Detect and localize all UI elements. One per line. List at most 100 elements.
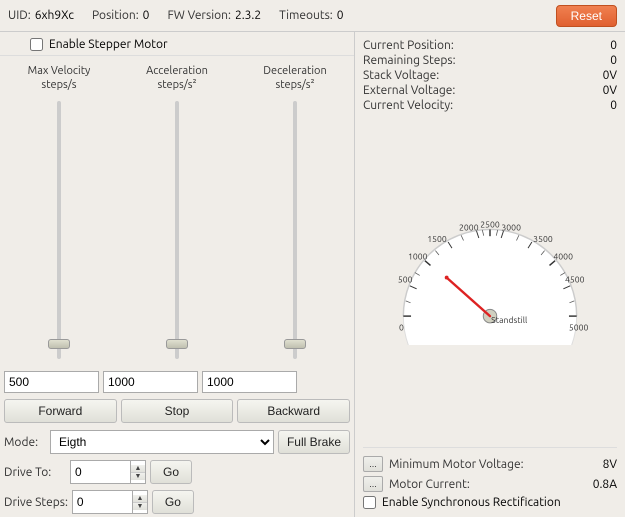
- slider-input-row: [0, 371, 354, 397]
- forward-button[interactable]: Forward: [4, 399, 117, 423]
- acceleration-col: Accelerationsteps/s²: [118, 60, 236, 367]
- max-velocity-track[interactable]: [57, 101, 61, 359]
- drive-steps-up-button[interactable]: ▲: [133, 495, 147, 503]
- drive-to-input[interactable]: [71, 461, 131, 483]
- fw-item: FW Version: 2.3.2: [167, 9, 261, 22]
- stop-button[interactable]: Stop: [121, 399, 234, 423]
- current-position-key: Current Position:: [363, 39, 454, 52]
- deceleration-label: Decelerationsteps/s²: [263, 64, 326, 93]
- info-remaining-steps: Remaining Steps: 0: [363, 53, 617, 68]
- max-velocity-input[interactable]: [4, 371, 99, 393]
- uid-value: 6xh9Xc: [35, 9, 74, 22]
- deceleration-input[interactable]: [202, 371, 297, 393]
- position-label: Position:: [92, 9, 139, 22]
- acceleration-input[interactable]: [103, 371, 198, 393]
- right-panel: Current Position: 0 Remaining Steps: 0 S…: [355, 32, 625, 517]
- sync-row: Enable Synchronous Rectification: [363, 494, 617, 511]
- motor-current-val: 0.8A: [577, 478, 617, 491]
- motor-current-config-button[interactable]: ...: [363, 476, 383, 492]
- svg-text:500: 500: [398, 274, 413, 284]
- svg-text:2000: 2000: [459, 222, 479, 232]
- gauge-container: 0 500 1000 1500 2000 2500: [380, 215, 600, 345]
- drive-to-spinner: ▲ ▼: [70, 460, 146, 484]
- drive-steps-down-button[interactable]: ▼: [133, 503, 147, 510]
- deceleration-thumb[interactable]: [284, 339, 306, 349]
- motion-btn-row: Forward Stop Backward: [0, 397, 354, 427]
- sliders-section: Max Velocitysteps/s Accelerationsteps/s²…: [0, 56, 354, 371]
- mode-select[interactable]: Eigth Full Half Quarter Sixteenth: [50, 430, 274, 454]
- current-position-val: 0: [577, 39, 617, 52]
- mode-label: Mode:: [4, 436, 46, 449]
- timeouts-label: Timeouts:: [279, 9, 333, 22]
- top-bar: UID: 6xh9Xc Position: 0 FW Version: 2.3.…: [0, 0, 625, 32]
- drive-steps-input[interactable]: [73, 491, 133, 513]
- min-voltage-val: 8V: [577, 458, 617, 471]
- drive-steps-spinner: ▲ ▼: [72, 490, 148, 514]
- external-voltage-val: 0V: [577, 84, 617, 97]
- main-content: Enable Stepper Motor Max Velocitysteps/s…: [0, 32, 625, 517]
- current-velocity-key: Current Velocity:: [363, 99, 453, 112]
- acceleration-thumb[interactable]: [166, 339, 188, 349]
- drive-steps-row: Drive Steps: ▲ ▼ Go: [0, 487, 354, 517]
- drive-steps-label: Drive Steps:: [4, 496, 68, 509]
- drive-steps-spinbtns: ▲ ▼: [133, 495, 147, 510]
- sync-rectification-checkbox[interactable]: [363, 496, 376, 509]
- svg-text:0: 0: [399, 323, 404, 333]
- timeouts-item: Timeouts: 0: [279, 9, 343, 22]
- external-voltage-key: External Voltage:: [363, 84, 455, 97]
- stack-voltage-val: 0V: [577, 69, 617, 82]
- full-brake-button[interactable]: Full Brake: [278, 430, 350, 454]
- info-stack-voltage: Stack Voltage: 0V: [363, 68, 617, 83]
- min-voltage-config-button[interactable]: ...: [363, 456, 383, 472]
- drive-to-go-button[interactable]: Go: [150, 460, 192, 484]
- drive-to-up-button[interactable]: ▲: [131, 465, 145, 473]
- bottom-info: ... Minimum Motor Voltage: 8V ... Motor …: [363, 447, 617, 511]
- drive-to-row: Drive To: ▲ ▼ Go: [0, 457, 354, 487]
- svg-text:4500: 4500: [565, 274, 585, 284]
- drive-to-spinbtns: ▲ ▼: [131, 465, 145, 480]
- drive-to-label: Drive To:: [4, 466, 66, 479]
- drive-steps-go-button[interactable]: Go: [152, 490, 194, 514]
- remaining-steps-key: Remaining Steps:: [363, 54, 456, 67]
- sync-rectification-label: Enable Synchronous Rectification: [382, 496, 561, 509]
- info-current-velocity: Current Velocity: 0: [363, 98, 617, 113]
- acceleration-label: Accelerationsteps/s²: [146, 64, 208, 93]
- uid-label: UID:: [8, 9, 31, 22]
- svg-text:3000: 3000: [501, 222, 521, 232]
- speedometer-svg: 0 500 1000 1500 2000 2500: [380, 215, 600, 345]
- stack-voltage-key: Stack Voltage:: [363, 69, 439, 82]
- deceleration-track[interactable]: [293, 101, 297, 359]
- deceleration-col: Decelerationsteps/s²: [236, 60, 354, 367]
- svg-text:2500: 2500: [480, 220, 500, 230]
- motor-current-row: ... Motor Current: 0.8A: [363, 474, 617, 494]
- fw-value: 2.3.2: [235, 9, 261, 22]
- max-velocity-label: Max Velocitysteps/s: [28, 64, 91, 93]
- svg-text:3500: 3500: [533, 234, 553, 244]
- uid-item: UID: 6xh9Xc: [8, 9, 74, 22]
- backward-button[interactable]: Backward: [237, 399, 350, 423]
- min-motor-voltage-row: ... Minimum Motor Voltage: 8V: [363, 454, 617, 474]
- svg-text:Standstill: Standstill: [491, 315, 528, 325]
- drive-to-down-button[interactable]: ▼: [131, 473, 145, 480]
- enable-stepper-checkbox[interactable]: [30, 38, 43, 51]
- motor-current-key: Motor Current:: [389, 478, 571, 491]
- enable-row: Enable Stepper Motor: [0, 32, 354, 56]
- enable-stepper-label: Enable Stepper Motor: [49, 38, 168, 51]
- info-current-position: Current Position: 0: [363, 38, 617, 53]
- timeouts-value: 0: [337, 9, 344, 22]
- max-velocity-thumb[interactable]: [48, 339, 70, 349]
- position-item: Position: 0: [92, 9, 149, 22]
- acceleration-track[interactable]: [175, 101, 179, 359]
- svg-text:1000: 1000: [408, 251, 428, 261]
- info-table: Current Position: 0 Remaining Steps: 0 S…: [363, 38, 617, 113]
- max-velocity-col: Max Velocitysteps/s: [0, 60, 118, 367]
- gauge-wrap: 0 500 1000 1500 2000 2500: [363, 113, 617, 447]
- info-external-voltage: External Voltage: 0V: [363, 83, 617, 98]
- mode-row: Mode: Eigth Full Half Quarter Sixteenth …: [0, 427, 354, 457]
- svg-text:5000: 5000: [569, 323, 589, 333]
- svg-text:4000: 4000: [553, 251, 573, 261]
- position-value: 0: [143, 9, 150, 22]
- reset-button[interactable]: Reset: [556, 5, 617, 27]
- remaining-steps-val: 0: [577, 54, 617, 67]
- svg-text:1500: 1500: [427, 234, 447, 244]
